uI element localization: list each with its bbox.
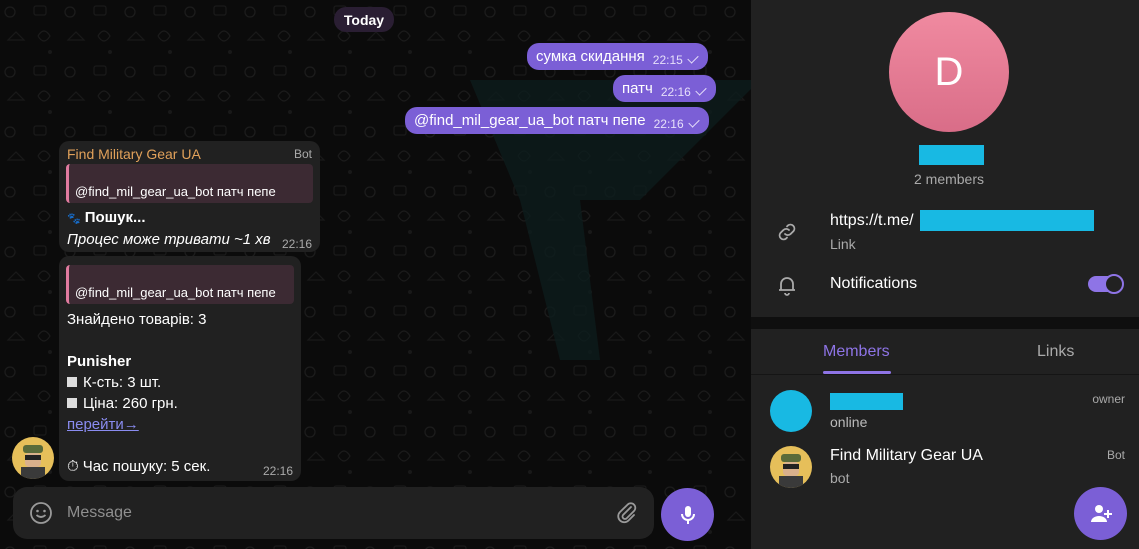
incoming-message[interactable]: Find Military Gear UA Bot @find_mil_gear… — [59, 141, 320, 252]
square-icon — [67, 398, 77, 408]
telegram-window: Today сумка скидання 22:15 патч 22:16 @f… — [0, 0, 1139, 549]
read-check-icon — [695, 84, 707, 96]
members-count: 2 members — [913, 171, 985, 187]
tab-links[interactable]: Links — [1037, 343, 1074, 361]
read-check-icon — [687, 52, 699, 64]
read-check-icon — [687, 116, 700, 128]
reply-text: @find_mil_gear_ua_bot патч пепе — [75, 285, 276, 300]
attach-icon[interactable] — [615, 501, 639, 525]
bot-avatar[interactable] — [12, 437, 54, 479]
product-price: Ціна: 260 грн. — [83, 395, 178, 412]
link-icon — [778, 223, 796, 241]
outgoing-message[interactable]: сумка скидання 22:15 — [527, 43, 708, 70]
reply-quote[interactable]: @find_mil_gear_ua_bot патч пепе — [66, 164, 313, 203]
stopwatch-icon: ⏱ — [67, 458, 79, 475]
link-label: Link — [830, 236, 856, 252]
voice-record-button[interactable] — [661, 488, 714, 541]
group-info-panel: D 2 members https://t.me/ Link Notificat… — [751, 0, 1139, 549]
reply-quote[interactable]: @find_mil_gear_ua_bot патч пепе — [66, 265, 294, 304]
search-note: Процес може тривати ~1 хв — [67, 231, 271, 248]
emoji-icon[interactable] — [29, 501, 53, 525]
results-count: Знайдено товарів: 3 — [67, 311, 207, 328]
search-duration: Час пошуку: 5 сек. — [82, 458, 211, 475]
incoming-message[interactable]: @find_mil_gear_ua_bot патч пепе Знайдено… — [59, 256, 301, 481]
outgoing-message[interactable]: патч 22:16 — [613, 75, 716, 102]
date-separator: Today — [334, 7, 394, 32]
tabs-divider — [751, 374, 1139, 375]
paw-icon: 🐾 — [67, 213, 81, 225]
redacted-link-path — [920, 210, 1094, 231]
group-avatar[interactable]: D — [889, 12, 1009, 132]
member-name: Find Military Gear UA — [830, 447, 983, 464]
member-status: bot — [830, 470, 850, 486]
add-user-icon — [1090, 504, 1112, 522]
product-name: Punisher — [67, 353, 132, 370]
soldier-icon — [779, 454, 803, 488]
message-time: 22:16 — [262, 464, 293, 478]
member-avatar — [770, 446, 812, 488]
search-status: Пошук... — [84, 209, 146, 226]
chat-area: Today сумка скидання 22:15 патч 22:16 @f… — [0, 0, 751, 549]
reply-text: @find_mil_gear_ua_bot патч пепе — [75, 184, 276, 199]
member-avatar — [770, 390, 812, 432]
message-time: 22:15 — [652, 52, 683, 67]
redacted-group-name — [919, 145, 984, 165]
message-text: сумка скидання — [536, 48, 645, 65]
microphone-icon — [680, 505, 695, 524]
member-row[interactable]: online owner — [751, 384, 1139, 438]
message-composer — [13, 487, 654, 539]
message-input[interactable] — [67, 500, 597, 526]
message-text: патч — [622, 80, 653, 97]
member-row[interactable]: Find Military Gear UA bot Bot — [751, 440, 1139, 494]
outgoing-message[interactable]: @find_mil_gear_ua_bot патч пепе 22:16 — [405, 107, 709, 134]
square-icon — [67, 377, 77, 387]
product-link[interactable]: перейти→ — [67, 416, 139, 433]
message-text: @find_mil_gear_ua_bot патч пепе — [414, 112, 646, 129]
message-time: 22:16 — [660, 84, 691, 99]
notifications-toggle[interactable] — [1088, 274, 1124, 294]
message-time: 22:16 — [281, 237, 312, 251]
bell-icon — [779, 277, 795, 296]
tab-members[interactable]: Members — [823, 343, 890, 361]
product-quantity: К-сть: 3 шт. — [83, 374, 162, 391]
invite-link[interactable]: https://t.me/ — [830, 212, 914, 230]
redacted-member-name — [830, 393, 903, 410]
member-status: online — [830, 414, 868, 430]
soldier-icon — [21, 445, 45, 479]
notifications-label: Notifications — [830, 275, 918, 292]
add-member-button[interactable] — [1074, 487, 1127, 540]
bot-badge: Bot — [293, 147, 312, 161]
message-time: 22:16 — [653, 116, 684, 131]
section-divider — [751, 317, 1139, 329]
member-role: Bot — [1106, 448, 1125, 462]
sender-name[interactable]: Find Military Gear UA — [67, 146, 201, 162]
member-role: owner — [1092, 392, 1125, 406]
